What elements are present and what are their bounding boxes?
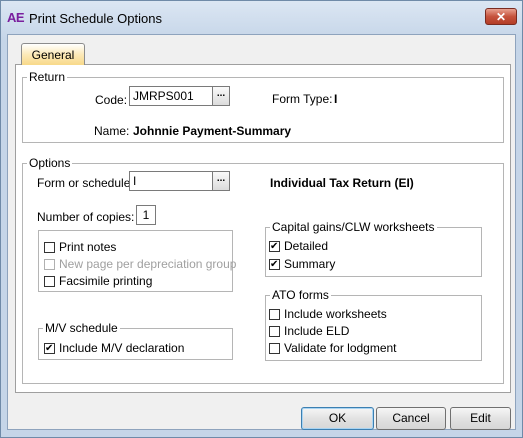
code-label: Code: — [95, 93, 128, 107]
checkbox-box[interactable] — [269, 325, 280, 337]
ato-forms-legend: ATO forms — [272, 288, 329, 302]
ok-button[interactable]: OK — [301, 407, 374, 430]
checkbox-box[interactable] — [269, 258, 280, 270]
dialog-body: General Return Code: JMRPS001 ... Form T… — [7, 34, 516, 430]
app-icon: AE — [7, 10, 25, 25]
form-lookup-button[interactable]: ... — [212, 171, 230, 191]
form-description: Individual Tax Return (EI) — [270, 176, 414, 190]
name-label: Name: — [94, 124, 130, 138]
summary-label: Summary — [284, 257, 336, 271]
facsimile-printing-checkbox[interactable]: Facsimile printing — [44, 274, 152, 288]
tab-general[interactable]: General — [21, 43, 85, 65]
include-eld-label: Include ELD — [284, 324, 350, 338]
capital-gains-legend: Capital gains/CLW worksheets — [272, 220, 435, 234]
options-group-legend: Options — [29, 156, 71, 170]
title-bar[interactable]: AE Print Schedule Options ✕ — [1, 1, 522, 35]
detailed-label: Detailed — [284, 239, 329, 253]
checkbox-box[interactable] — [44, 241, 55, 253]
print-notes-label: Print notes — [59, 240, 117, 254]
form-type-label: Form Type: — [272, 92, 333, 106]
include-worksheets-checkbox[interactable]: Include worksheets — [269, 307, 387, 321]
print-notes-checkbox[interactable]: Print notes — [44, 240, 116, 254]
include-mv-label: Include M/V declaration — [59, 341, 185, 355]
checkbox-box[interactable] — [44, 275, 55, 287]
close-icon: ✕ — [495, 10, 507, 24]
new-page-label: New page per depreciation group — [59, 257, 237, 271]
cancel-button[interactable]: Cancel — [376, 407, 446, 430]
mv-schedule-legend: M/V schedule — [45, 321, 118, 335]
close-button[interactable]: ✕ — [485, 8, 517, 25]
window-title: Print Schedule Options — [29, 11, 162, 26]
checkbox-box — [44, 258, 55, 270]
detailed-checkbox[interactable]: Detailed — [269, 239, 328, 253]
copies-label: Number of copies: — [37, 210, 135, 224]
return-group-legend: Return — [29, 70, 66, 84]
form-or-schedule-field[interactable]: I — [129, 171, 213, 191]
copies-field[interactable]: 1 — [136, 205, 156, 225]
checkbox-box[interactable] — [269, 308, 280, 320]
general-tab-panel: Return Code: JMRPS001 ... Form Type: I N… — [15, 64, 511, 393]
name-value: Johnnie Payment-Summary — [133, 124, 292, 138]
edit-button[interactable]: Edit — [450, 407, 511, 430]
include-worksheets-label: Include worksheets — [284, 307, 387, 321]
include-mv-declaration-checkbox[interactable]: Include M/V declaration — [44, 341, 184, 355]
form-type-value: I — [334, 92, 338, 106]
form-or-schedule-label: Form or schedule: — [37, 176, 134, 190]
summary-checkbox[interactable]: Summary — [269, 257, 335, 271]
checkbox-box[interactable] — [269, 240, 280, 252]
facsimile-label: Facsimile printing — [59, 274, 153, 288]
validate-for-lodgment-checkbox[interactable]: Validate for lodgment — [269, 341, 397, 355]
include-eld-checkbox[interactable]: Include ELD — [269, 324, 349, 338]
validate-label: Validate for lodgment — [284, 341, 397, 355]
checkbox-box[interactable] — [269, 342, 280, 354]
new-page-per-depreciation-checkbox: New page per depreciation group — [44, 257, 236, 271]
code-field[interactable]: JMRPS001 — [129, 86, 213, 106]
print-schedule-options-window: AE Print Schedule Options ✕ General Retu… — [0, 0, 523, 438]
code-lookup-button[interactable]: ... — [212, 86, 230, 106]
checkbox-box[interactable] — [44, 342, 55, 354]
